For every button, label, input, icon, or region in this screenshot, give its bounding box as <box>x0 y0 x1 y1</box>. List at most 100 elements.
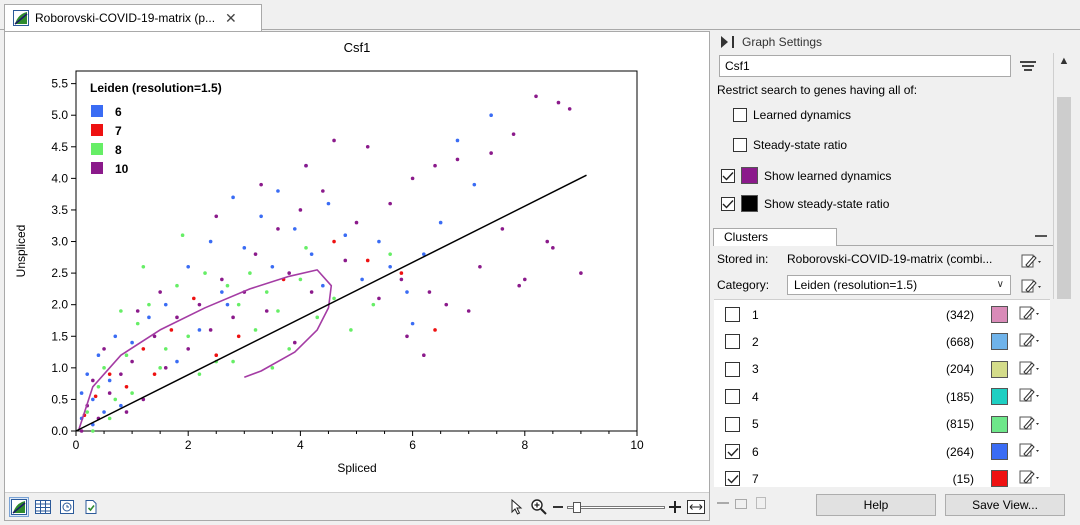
category-select[interactable]: Leiden (resolution=1.5) ∨ <box>787 275 1011 295</box>
chevron-down-icon: ∨ <box>996 279 1004 290</box>
edit-cluster-icon[interactable] <box>1019 469 1041 488</box>
point-cluster-6 <box>197 328 202 332</box>
cluster-checkbox-7[interactable] <box>725 471 740 487</box>
minimize-icon[interactable] <box>1035 235 1047 237</box>
clusters-tab[interactable]: Clusters <box>713 228 837 246</box>
point-cluster-6 <box>113 334 118 339</box>
help-button[interactable]: Help <box>816 494 936 516</box>
edit-category-icon[interactable] <box>1021 278 1043 294</box>
settings-scrollbar[interactable]: ▲ <box>1053 53 1073 331</box>
cluster-color-swatch[interactable] <box>991 333 1008 351</box>
cluster-checkbox-5[interactable] <box>725 416 740 432</box>
point-cluster-10 <box>466 309 471 313</box>
y-axis-label: Unspliced <box>14 225 28 278</box>
gene-search-input[interactable]: Csf1 <box>719 55 1011 77</box>
x-tick-label: 4 <box>297 438 304 452</box>
collapse-all-icon[interactable] <box>717 500 729 506</box>
cluster-checkbox-2[interactable] <box>725 334 740 350</box>
show-steady-state-label: Show steady-state ratio <box>764 196 890 211</box>
save-config-icon[interactable] <box>755 496 767 510</box>
point-cluster-8 <box>175 283 179 288</box>
scrollbar-thumb[interactable] <box>1057 97 1071 327</box>
show-steady-state-row[interactable]: Show steady-state ratio <box>721 195 889 212</box>
fit-width-icon[interactable] <box>687 500 705 514</box>
steady-state-ratio-row[interactable]: Steady-state ratio <box>733 138 847 152</box>
point-cluster-10 <box>79 429 84 433</box>
cluster-color-swatch[interactable] <box>991 443 1008 460</box>
cluster-row-7[interactable]: 7 (15) <box>714 465 1050 492</box>
edit-cluster-icon[interactable] <box>1019 360 1041 379</box>
point-cluster-6 <box>438 220 443 225</box>
steady-state-ratio-checkbox[interactable] <box>733 138 747 152</box>
cluster-checkbox-6[interactable] <box>725 444 740 459</box>
edit-stored-in-icon[interactable] <box>1021 253 1043 269</box>
table-view-button[interactable] <box>33 497 53 517</box>
history-view-button[interactable] <box>57 497 77 517</box>
document-check-icon <box>85 500 97 514</box>
save-view-button[interactable]: Save View... <box>945 494 1065 516</box>
checkmark-icon <box>722 199 734 209</box>
cluster-row-6[interactable]: 6 (264) <box>714 438 1050 465</box>
velocity-scatter-plot: Csf1 0.0 0.5 1.0 1.5 2.0 2.5 3.0 3.5 4.0 4.5 5.0 5.5… <box>14 40 644 475</box>
scroll-up-icon[interactable]: ▲ <box>1054 53 1074 69</box>
editor-tab[interactable]: Roborovski-COVID-19-matrix (p... ✕ <box>4 4 262 31</box>
graph-settings-header[interactable]: Graph Settings <box>713 31 1053 53</box>
cluster-list-scrollbar[interactable] <box>1051 299 1073 487</box>
edit-cluster-icon[interactable] <box>1019 332 1041 351</box>
point-cluster-8 <box>203 271 207 275</box>
plot-frame <box>75 70 638 432</box>
point-cluster-8 <box>135 321 140 326</box>
point-cluster-8 <box>186 334 190 339</box>
point-cluster-10 <box>579 271 583 275</box>
show-steady-state-checkbox[interactable] <box>721 196 735 211</box>
report-view-button[interactable] <box>81 497 101 517</box>
show-learned-dynamics-row[interactable]: Show learned dynamics <box>721 167 891 184</box>
zoom-mode-button[interactable] <box>529 497 549 517</box>
cluster-name: 2 <box>752 334 759 349</box>
point-cluster-10 <box>208 328 213 332</box>
select-mode-button[interactable] <box>507 497 527 517</box>
cluster-color-swatch[interactable] <box>991 415 1008 433</box>
point-cluster-6 <box>79 391 84 395</box>
point-cluster-8 <box>388 252 392 256</box>
point-cluster-10 <box>354 220 359 225</box>
filter-menu-icon[interactable] <box>1020 59 1036 73</box>
steady-state-color-swatch[interactable] <box>741 195 758 212</box>
point-cluster-8 <box>158 366 162 370</box>
learned-dynamics-row[interactable]: Learned dynamics <box>733 108 851 122</box>
cluster-checkbox-3[interactable] <box>725 361 740 377</box>
cluster-row-5[interactable]: 5 (815) <box>714 411 1050 438</box>
y-tick-label: 2.5 <box>51 266 68 280</box>
zoom-in-plus-icon[interactable] <box>669 501 681 513</box>
point-cluster-8 <box>270 366 275 370</box>
collapse-triangle-icon <box>721 36 728 48</box>
folder-icon[interactable] <box>735 497 747 509</box>
cluster-row-2[interactable]: 2 (668) <box>714 328 1050 355</box>
cluster-row-1[interactable]: 1 (342) <box>714 301 1050 328</box>
close-icon[interactable]: ✕ <box>225 10 237 27</box>
learned-dynamics-checkbox[interactable] <box>733 108 747 122</box>
cluster-row-3[interactable]: 3 (204) <box>714 356 1050 383</box>
point-cluster-10 <box>175 315 179 320</box>
cluster-color-swatch[interactable] <box>991 388 1008 406</box>
cluster-checkbox-1[interactable] <box>725 307 740 322</box>
cluster-color-swatch[interactable] <box>991 306 1008 323</box>
learned-dynamics-color-swatch[interactable] <box>741 167 758 184</box>
edit-cluster-icon[interactable] <box>1019 387 1041 406</box>
point-cluster-10 <box>523 277 527 282</box>
edit-cluster-icon[interactable] <box>1019 305 1041 324</box>
legend-swatch-7 <box>91 124 103 136</box>
zoom-slider-handle[interactable] <box>573 502 581 513</box>
zoom-out-icon[interactable] <box>553 506 563 509</box>
graph-view-button[interactable] <box>9 497 29 517</box>
show-learned-dynamics-checkbox[interactable] <box>721 168 735 183</box>
edit-cluster-icon[interactable] <box>1019 415 1041 434</box>
zoom-slider[interactable] <box>567 502 665 513</box>
edit-cluster-icon[interactable] <box>1019 442 1041 461</box>
point-cluster-8 <box>91 429 95 433</box>
cluster-color-swatch[interactable] <box>991 360 1008 378</box>
cluster-row-4[interactable]: 4 (185) <box>714 383 1050 410</box>
cluster-color-swatch[interactable] <box>991 470 1008 488</box>
cluster-checkbox-4[interactable] <box>725 389 740 405</box>
point-cluster-6 <box>489 113 493 118</box>
